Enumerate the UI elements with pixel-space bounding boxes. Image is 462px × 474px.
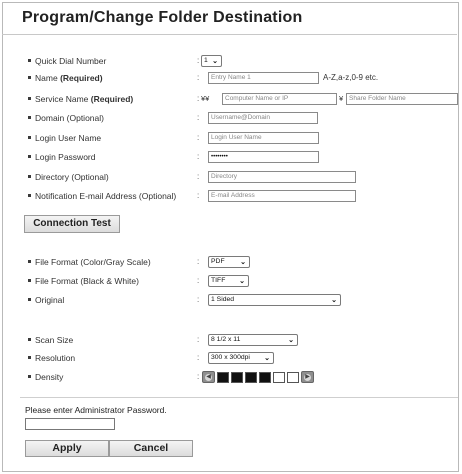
- chevron-down-icon: ⌄: [331, 297, 337, 304]
- scan-size-label: Scan Size: [28, 333, 73, 347]
- density-control: ◀ ▶: [202, 370, 316, 384]
- name-label: Name (Required): [28, 71, 103, 85]
- service-name-label: Service Name (Required): [28, 92, 133, 106]
- login-password-label: Login Password: [28, 150, 95, 164]
- login-password-input[interactable]: ••••••••: [208, 151, 319, 163]
- page-title: Program/Change Folder Destination: [22, 9, 303, 26]
- colon: :: [197, 335, 200, 344]
- domain-input[interactable]: Username@Domain: [208, 112, 318, 124]
- name-hint: A-Z,a-z,0-9 etc.: [323, 73, 379, 82]
- notification-label: Notification E-mail Address (Optional): [28, 189, 176, 203]
- resolution-value: 300 x 300dpi: [211, 354, 250, 361]
- name-required: (Required): [60, 73, 103, 83]
- chevron-down-icon: ⌄: [288, 337, 294, 344]
- chevron-down-icon: ⌄: [212, 58, 218, 65]
- section-divider: [20, 397, 458, 398]
- file-format-color-value: PDF: [211, 258, 225, 265]
- file-format-bw-value: TIFF: [211, 277, 226, 284]
- unc-separator: ¥: [339, 94, 344, 103]
- login-user-label: Login User Name: [28, 131, 101, 145]
- service-name-label-text: Service Name: [35, 94, 89, 104]
- scan-size-value: 8 1/2 x 11: [211, 336, 241, 343]
- service-name-required: (Required): [90, 94, 134, 104]
- density-cell[interactable]: [231, 371, 243, 383]
- colon: :: [197, 295, 200, 304]
- directory-input[interactable]: Directory: [208, 171, 356, 183]
- share-folder-input[interactable]: Share Folder Name: [346, 93, 458, 105]
- colon: :: [197, 94, 200, 103]
- name-label-text: Name: [35, 73, 58, 83]
- density-lighter-button[interactable]: ◀: [202, 371, 215, 383]
- colon: :: [197, 73, 200, 82]
- title-divider: [2, 34, 457, 35]
- density-cell[interactable]: [245, 371, 257, 383]
- file-format-bw-label: File Format (Black & White): [28, 274, 139, 288]
- colon: :: [197, 353, 200, 362]
- directory-label: Directory (Optional): [28, 170, 109, 184]
- chevron-down-icon: ⌄: [240, 259, 246, 266]
- colon: :: [197, 257, 200, 266]
- file-format-bw-select[interactable]: TIFF ⌄: [208, 275, 249, 287]
- colon: :: [197, 276, 200, 285]
- density-label: Density: [28, 370, 63, 384]
- colon: :: [197, 172, 200, 181]
- density-cell[interactable]: [273, 371, 285, 383]
- domain-label: Domain (Optional): [28, 111, 104, 125]
- chevron-down-icon: ⌄: [264, 355, 270, 362]
- arrow-right-icon: ▶: [304, 373, 311, 381]
- colon: :: [197, 56, 200, 65]
- density-cell[interactable]: [217, 371, 229, 383]
- quick-dial-value: 1: [204, 57, 208, 64]
- admin-password-message: Please enter Administrator Password.: [25, 405, 167, 415]
- quick-dial-label: Quick Dial Number: [28, 54, 106, 68]
- original-label: Original: [28, 293, 64, 307]
- colon: :: [197, 152, 200, 161]
- density-cell[interactable]: [259, 371, 271, 383]
- density-darker-button[interactable]: ▶: [301, 371, 314, 383]
- apply-button[interactable]: Apply: [25, 440, 109, 457]
- original-select[interactable]: 1 Sided ⌄: [208, 294, 341, 306]
- original-value: 1 Sided: [211, 296, 235, 303]
- connection-test-button[interactable]: Connection Test: [24, 215, 120, 233]
- resolution-select[interactable]: 300 x 300dpi ⌄: [208, 352, 274, 364]
- colon: :: [197, 113, 200, 122]
- name-input[interactable]: Entry Name 1: [208, 72, 319, 84]
- file-format-color-select[interactable]: PDF ⌄: [208, 256, 250, 268]
- colon: :: [197, 372, 200, 381]
- file-format-color-label: File Format (Color/Gray Scale): [28, 255, 151, 269]
- colon: :: [197, 133, 200, 142]
- login-user-input[interactable]: Login User Name: [208, 132, 319, 144]
- colon: :: [197, 191, 200, 200]
- quick-dial-select[interactable]: 1 ⌄: [201, 55, 222, 67]
- density-scale: [217, 371, 301, 383]
- computer-name-input[interactable]: Computer Name or IP: [222, 93, 337, 105]
- scan-size-select[interactable]: 8 1/2 x 11 ⌄: [208, 334, 298, 346]
- arrow-left-icon: ◀: [205, 373, 212, 381]
- density-cell[interactable]: [287, 371, 299, 383]
- chevron-down-icon: ⌄: [239, 278, 245, 285]
- cancel-button[interactable]: Cancel: [109, 440, 193, 457]
- unc-prefix: ¥¥: [201, 94, 210, 103]
- resolution-label: Resolution: [28, 351, 75, 365]
- admin-password-input[interactable]: [25, 418, 115, 430]
- notification-input[interactable]: E-mail Address: [208, 190, 356, 202]
